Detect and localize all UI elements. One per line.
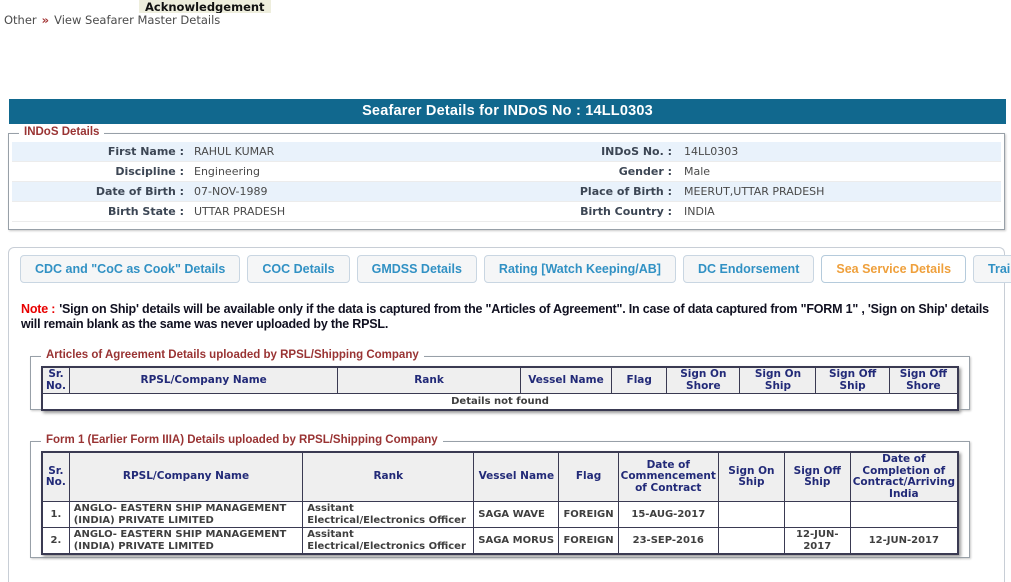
- cell-vessel: SAGA WAVE: [474, 502, 559, 528]
- field-label: First Name :: [12, 142, 194, 161]
- articles-of-agreement-fieldset: Articles of Agreement Details uploaded b…: [30, 356, 970, 410]
- field-value: UTTAR PRADESH: [194, 202, 494, 221]
- column-header: Sign On Shore: [667, 367, 740, 394]
- menu-item-acknowledgement[interactable]: Acknowledgement: [139, 0, 271, 13]
- field-label: Discipline :: [12, 162, 194, 181]
- indos-row: First Name : RAHUL KUMAR INDoS No. : 14L…: [12, 142, 1001, 162]
- cell-commencement-date: 15-AUG-2017: [618, 502, 718, 528]
- field-label: Date of Birth :: [12, 182, 194, 201]
- column-header: Flag: [612, 367, 667, 394]
- cell-vessel: SAGA MORUS: [474, 528, 559, 555]
- field-label: Birth State :: [12, 202, 194, 221]
- field-label: INDoS No. :: [494, 142, 684, 161]
- field-label: Birth Country :: [494, 202, 684, 221]
- cell-sign-on-ship: [718, 502, 784, 528]
- form1-details-table: Sr. No. RPSL/Company Name Rank Vessel Na…: [41, 451, 959, 555]
- table-row: 2. ANGLO- EASTERN SHIP MANAGEMENT (INDIA…: [42, 528, 958, 555]
- indos-row: Birth State : UTTAR PRADESH Birth Countr…: [12, 202, 1001, 222]
- cell-flag: FOREIGN: [559, 502, 618, 528]
- field-value: Male: [684, 162, 1001, 181]
- field-value: INDIA: [684, 202, 1001, 221]
- cell-completion-date: 12-JUN-2017: [850, 528, 958, 555]
- field-value: 14LL0303: [684, 142, 1001, 161]
- column-header: RPSL/Company Name: [69, 452, 303, 502]
- table-header-row: Sr. No. RPSL/Company Name Rank Vessel Na…: [42, 452, 958, 502]
- cell-sign-on-ship: [718, 528, 784, 555]
- column-header: Date of Commencement of Contract: [618, 452, 718, 502]
- form1-details-fieldset: Form 1 (Earlier Form IIIA) Details uploa…: [30, 441, 970, 558]
- field-label: Place of Birth :: [494, 182, 684, 201]
- breadcrumb-separator-icon: »: [42, 13, 49, 27]
- breadcrumb: Other » View Seafarer Master Details: [4, 13, 220, 27]
- sign-on-ship-note: Note :'Sign on Ship' details will be ava…: [21, 302, 995, 332]
- field-value: MEERUT,UTTAR PRADESH: [684, 182, 1001, 201]
- column-header: Sign On Ship: [718, 452, 784, 502]
- cell-completion-date: [850, 502, 958, 528]
- indos-row: Discipline : Engineering Gender : Male: [12, 162, 1001, 182]
- column-header: Rank: [338, 367, 520, 394]
- field-value: RAHUL KUMAR: [194, 142, 494, 161]
- cell-commencement-date: 23-SEP-2016: [618, 528, 718, 555]
- indos-details-legend: INDoS Details: [19, 126, 104, 138]
- tab-cdc-coc-as-cook-details[interactable]: CDC and "CoC as Cook" Details: [20, 255, 240, 283]
- cell-rank: Assitant Electrical/Electronics Officer: [303, 528, 474, 555]
- cell-sign-off-ship: [784, 502, 850, 528]
- breadcrumb-current-page: View Seafarer Master Details: [54, 13, 220, 27]
- cell-sign-off-ship: 12-JUN-2017: [784, 528, 850, 555]
- tab-training-details[interactable]: Training Details: [973, 255, 1011, 283]
- indos-row: Date of Birth : 07-NOV-1989 Place of Bir…: [12, 182, 1001, 202]
- tab-strip: CDC and "CoC as Cook" Details COC Detail…: [20, 255, 1011, 283]
- column-header: Sign Off Ship: [816, 367, 889, 394]
- cell-company: ANGLO- EASTERN SHIP MANAGEMENT (INDIA) P…: [69, 528, 303, 555]
- column-header: Sign On Ship: [740, 367, 816, 394]
- cell-flag: FOREIGN: [559, 528, 618, 555]
- column-header: Date of Completion of Contract/Arriving …: [850, 452, 958, 502]
- page: Acknowledgement Other » View Seafarer Mast…: [0, 0, 1011, 582]
- tab-dc-endorsement[interactable]: DC Endorsement: [683, 255, 814, 283]
- column-header: Sign Off Ship: [784, 452, 850, 502]
- indos-details-grid: First Name : RAHUL KUMAR INDoS No. : 14L…: [12, 142, 1001, 222]
- table-header-row: Sr. No. RPSL/Company Name Rank Vessel Na…: [42, 367, 958, 394]
- cell-company: ANGLO- EASTERN SHIP MANAGEMENT (INDIA) P…: [69, 502, 303, 528]
- details-not-found-message: Details not found: [42, 394, 958, 410]
- column-header: Flag: [559, 452, 618, 502]
- field-value: 07-NOV-1989: [194, 182, 494, 201]
- form1-details-legend: Form 1 (Earlier Form IIIA) Details uploa…: [41, 434, 443, 446]
- cell-sr-no: 2.: [42, 528, 69, 555]
- breadcrumb-other[interactable]: Other: [4, 13, 37, 27]
- field-value: Engineering: [194, 162, 494, 181]
- column-header: RPSL/Company Name: [69, 367, 337, 394]
- column-header: Sr. No.: [42, 452, 69, 502]
- note-text: 'Sign on Ship' details will be available…: [21, 302, 989, 331]
- field-label: Gender :: [494, 162, 684, 181]
- column-header: Sign Off Shore: [889, 367, 958, 394]
- column-header: Vessel Name: [520, 367, 612, 394]
- indos-details-fieldset: INDoS Details First Name : RAHUL KUMAR I…: [8, 133, 1005, 230]
- table-row: 1. ANGLO- EASTERN SHIP MANAGEMENT (INDIA…: [42, 502, 958, 528]
- empty-message-row: Details not found: [42, 394, 958, 410]
- tab-sea-service-details[interactable]: Sea Service Details: [821, 255, 966, 283]
- note-prefix: Note :: [21, 302, 55, 316]
- tab-gmdss-details[interactable]: GMDSS Details: [357, 255, 477, 283]
- page-title: Seafarer Details for INDoS No : 14LL0303: [9, 99, 1006, 124]
- tab-coc-details[interactable]: COC Details: [247, 255, 349, 283]
- column-header: Rank: [303, 452, 474, 502]
- articles-of-agreement-table: Sr. No. RPSL/Company Name Rank Vessel Na…: [41, 366, 959, 411]
- column-header: Sr. No.: [42, 367, 69, 394]
- cell-rank: Assitant Electrical/Electronics Officer: [303, 502, 474, 528]
- column-header: Vessel Name: [474, 452, 559, 502]
- cell-sr-no: 1.: [42, 502, 69, 528]
- articles-of-agreement-legend: Articles of Agreement Details uploaded b…: [41, 349, 424, 361]
- tab-rating-watch-keeping-ab[interactable]: Rating [Watch Keeping/AB]: [484, 255, 676, 283]
